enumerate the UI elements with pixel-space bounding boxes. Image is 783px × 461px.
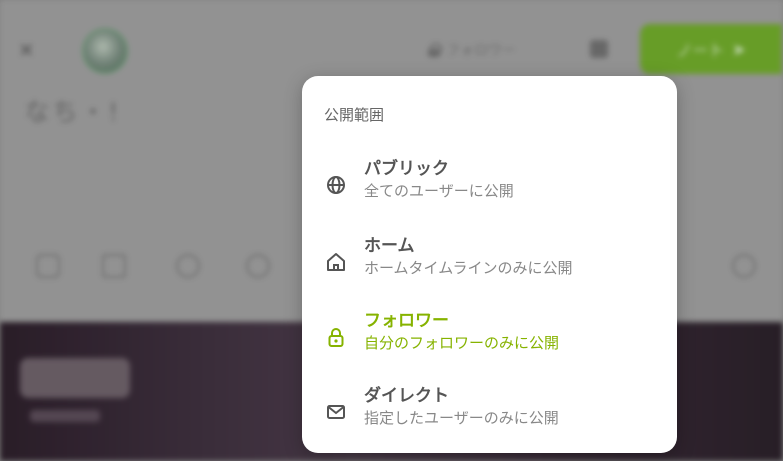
option-description: 指定したユーザーのみに公開 [364,409,559,427]
option-description: ホームタイムラインのみに公開 [364,259,573,277]
popup-title: 公開範囲 [324,106,385,124]
visibility-option-direct[interactable]: ダイレクト 指定したユーザーのみに公開 [302,379,677,449]
option-label: ダイレクト [364,386,449,406]
globe-icon [327,176,345,194]
option-label: フォロワー [364,311,449,331]
option-label: ホーム [364,236,415,256]
visibility-option-home[interactable]: ホーム ホームタイムラインのみに公開 [302,229,677,299]
screen: ✕ フォロワー ノート ➤ なち・! 公開範囲 パブリック 全てのユーザーに公開… [0,0,783,461]
visibility-popup: 公開範囲 パブリック 全てのユーザーに公開 ホーム ホームタイムラインのみに公開 [302,76,677,453]
option-description: 全てのユーザーに公開 [364,182,514,200]
option-description: 自分のフォロワーのみに公開 [364,334,560,352]
mail-icon [327,405,345,419]
visibility-option-public[interactable]: パブリック 全てのユーザーに公開 [302,152,677,222]
visibility-option-followers[interactable]: フォロワー 自分のフォロワーのみに公開 [302,304,677,374]
lock-icon [328,328,344,347]
option-label: パブリック [364,159,449,179]
home-icon [327,253,345,271]
